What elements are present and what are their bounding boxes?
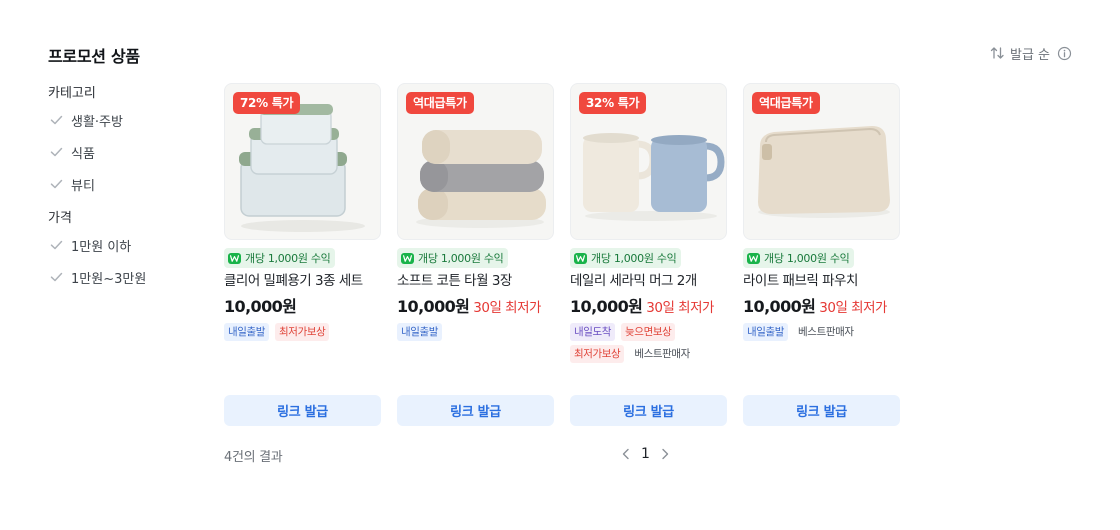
product-price: 10,000원 [397,297,470,316]
earning-badge: 개당 1,000원 수익 [224,248,336,268]
product-image[interactable]: 역대급특가 [743,83,900,240]
check-icon [50,147,63,157]
product-card: 32% 특가 개당 1,000원 수익 데일리 세라믹 머그 2개 10,000원 30… [570,83,727,426]
product-tag: 내일출발 [224,323,270,341]
promo-badge: 32% 특가 [579,92,647,114]
won-coin-icon [401,252,414,264]
won-coin-icon [228,252,241,264]
lowest-price-note: 30일 최저가 [819,300,887,316]
product-tag: 베스트판매자 [634,348,690,360]
earning-text: 개당 1,000원 수익 [418,252,504,265]
lowest-price-note: 30일 최저가 [473,300,541,316]
lowest-price-note: 30일 최저가 [646,300,714,316]
filter-item-label: 뷰티 [71,178,95,194]
won-glyph [403,254,412,262]
promo-badge: 역대급특가 [752,92,820,114]
check-icon [50,240,63,250]
won-glyph [576,254,585,262]
product-tag: 베스트판매자 [798,326,854,338]
issue-link-button[interactable]: 링크 발급 [397,395,554,426]
product-name[interactable]: 클리어 밀폐용기 3종 세트 [224,270,381,292]
page-number-current[interactable]: 1 [641,446,650,462]
won-coin-icon [574,252,587,264]
won-coin-icon [747,252,760,264]
filter-item-0-0[interactable]: 생활·주방 [48,104,198,136]
product-tags: 내일출발 최저가보상 [224,323,381,341]
chevron-right-icon[interactable] [659,447,671,461]
check-icon [50,115,63,125]
issue-link-button[interactable]: 링크 발급 [743,395,900,426]
product-tag: 내일출발 [743,323,789,341]
product-tags: 내일도착 늦으면보상최저가보상 베스트판매자 [570,323,727,363]
filter-item-0-2[interactable]: 뷰티 [48,168,198,200]
earning-text: 개당 1,000원 수익 [591,252,677,265]
earning-text: 개당 1,000원 수익 [764,252,850,265]
product-price: 10,000원 [743,297,816,316]
check-icon [50,272,63,282]
earning-text: 개당 1,000원 수익 [245,252,331,265]
product-name[interactable]: 라이트 패브릭 파우치 [743,270,900,292]
product-price: 10,000원 [570,297,643,316]
filter-item-label: 1만원~3만원 [71,271,147,287]
product-tags: 내일출발 베스트판매자 [743,323,900,341]
product-tags: 내일출발 [397,323,554,341]
filter-item-label: 1만원 이하 [71,239,132,255]
product-name[interactable]: 데일리 세라믹 머그 2개 [570,270,727,292]
product-image[interactable]: 72% 특가 [224,83,381,240]
chevron-left-icon[interactable] [620,447,632,461]
pagination: 1 [620,444,671,464]
sort-label: 발급 순 [1009,47,1050,63]
product-image[interactable]: 역대급특가 [397,83,554,240]
filter-item-0-1[interactable]: 식품 [48,136,198,168]
filter-group-title: 가격 [48,211,72,226]
filter-spacer [48,200,198,209]
product-image[interactable]: 32% 특가 [570,83,727,240]
product-name[interactable]: 소프트 코튼 타월 3장 [397,270,554,292]
earning-badge: 개당 1,000원 수익 [397,248,509,268]
won-glyph [230,254,239,262]
filter-item-1-0[interactable]: 1만원 이하 [48,229,198,261]
info-icon[interactable] [1057,46,1072,61]
promo-badge: 역대급특가 [406,92,474,114]
product-card: 역대급특가 개당 1,000원 수익 소프트 코튼 타월 3장 10,000원 30일 … [397,83,554,426]
filter-group-title: 카테고리 [48,86,96,101]
earning-badge: 개당 1,000원 수익 [570,248,682,268]
sort-arrows-icon [990,47,1004,59]
promo-badge: 72% 특가 [233,92,301,114]
filter-item-label: 생활·주방 [71,114,123,130]
issue-link-button[interactable]: 링크 발급 [224,395,381,426]
product-grid: 72% 특가개당 1,000원 수익클리어 밀폐용기 3종 세트 10,000원내… [224,83,900,426]
price-row: 10,000원 30일 최저가 [570,293,727,319]
price-row: 10,000원 [224,293,381,319]
filter-sidebar: 카테고리생활·주방식품뷰티가격 1만원 이하 1만원~3만원 [48,84,198,293]
product-tag: 최저가보상 [570,345,625,363]
won-glyph [749,254,758,262]
page-title: 프로모션 상품 [48,47,140,66]
product-tag: 최저가보상 [275,323,330,341]
issue-link-button[interactable]: 링크 발급 [570,395,727,426]
filter-item-label: 식품 [71,146,95,162]
price-row: 10,000원 30일 최저가 [397,293,554,319]
product-tag: 늦으면보상 [621,323,676,341]
filter-item-1-1[interactable]: 1만원~3만원 [48,261,198,293]
product-price: 10,000원 [224,297,297,316]
product-tag: 내일도착 [570,323,616,341]
price-row: 10,000원 30일 최저가 [743,293,900,319]
earning-badge: 개당 1,000원 수익 [743,248,855,268]
check-icon [50,179,63,189]
sort-control[interactable]: 발급 순 [990,44,1072,63]
product-card: 72% 특가개당 1,000원 수익클리어 밀폐용기 3종 세트 10,000원내… [224,83,381,426]
product-card: 역대급특가 개당 1,000원 수익 라이트 패브릭 파우치 10,000원 30일 최… [743,83,900,426]
product-tag: 내일출발 [397,323,443,341]
result-count: 4건의 결과 [224,450,283,465]
